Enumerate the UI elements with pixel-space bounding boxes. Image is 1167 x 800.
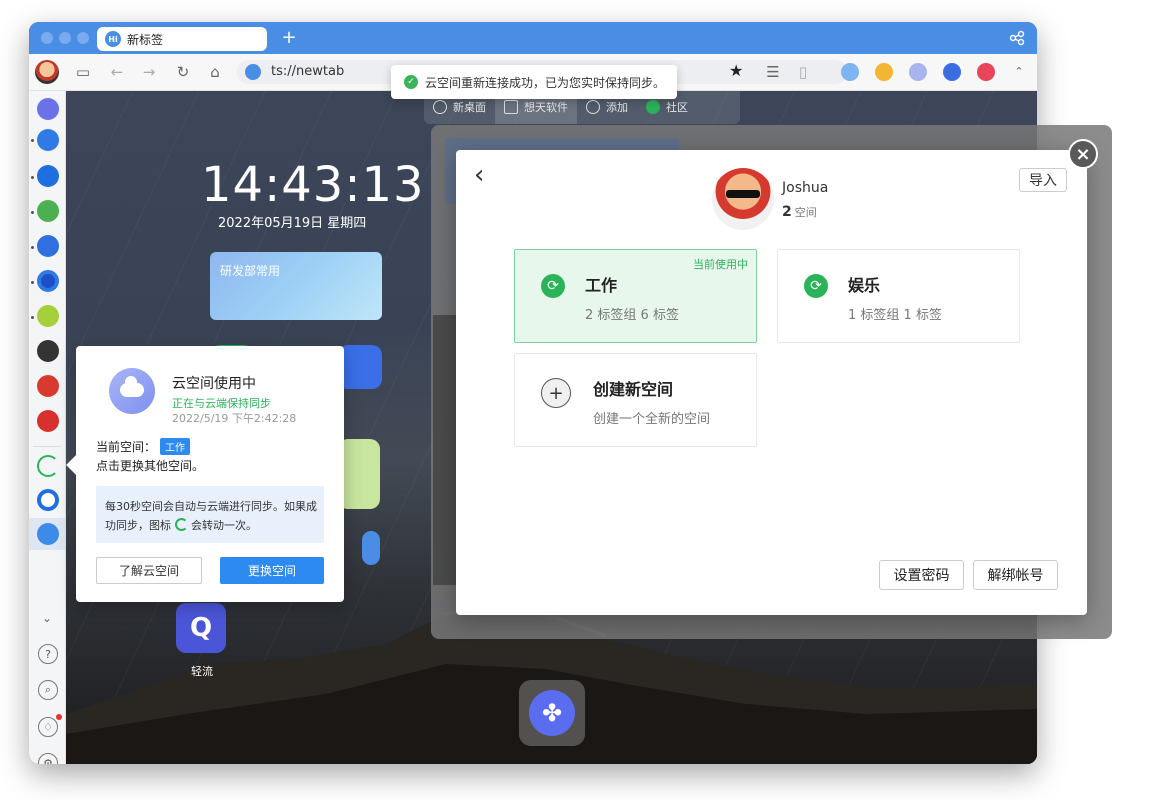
plus-icon <box>586 100 600 114</box>
forward-icon[interactable]: → <box>139 62 159 82</box>
tab-favicon-icon: Hi <box>105 31 121 47</box>
current-space: 当前空间： 工作 <box>96 438 191 455</box>
widget-title: 研发部常用 <box>220 264 281 278</box>
app-tile-blue[interactable] <box>338 345 382 389</box>
extension-emoji-icon[interactable] <box>875 63 893 81</box>
space-card-entertainment[interactable]: ⟳ 娱乐 1 标签组 1 标签 <box>777 249 1020 343</box>
create-space-title: 创建新空间 <box>593 380 674 399</box>
check-icon: ✓ <box>404 75 418 89</box>
sidebar-app-it-icon[interactable] <box>37 410 59 432</box>
title-bar: Hi 新标签 + <box>29 22 1037 54</box>
clock: 14:43:13 <box>201 157 425 213</box>
extension-note-icon[interactable] <box>841 63 859 81</box>
sidebar-app-pi-icon[interactable] <box>37 375 59 397</box>
sync-info-box: 每30秒空间会自动与云端进行同步。如果成功同步，图标 会转动一次。 <box>96 486 324 543</box>
unbind-account-button[interactable]: 解绑帐号 <box>973 560 1058 590</box>
extension-lock-icon[interactable] <box>909 63 927 81</box>
app-qingliu-icon[interactable]: Q <box>176 603 226 653</box>
sidebar-app-circle-icon[interactable] <box>37 165 59 187</box>
lightbulb-icon <box>433 100 447 114</box>
tab-title: 新标签 <box>127 32 164 47</box>
space-modal: ‹ Joshua 2 空间 导入 当前使用中 ⟳ 工作 2 标签组 6 标签 ⟳ … <box>456 150 1087 615</box>
switch-hint: 点击更换其他空间。 <box>96 459 205 473</box>
space-desc: 1 标签组 1 标签 <box>848 308 942 323</box>
sidebar-app-green-icon[interactable] <box>37 305 59 327</box>
popover-title: 云空间使用中 <box>172 376 256 392</box>
app-tile-lime[interactable] <box>338 439 380 509</box>
bell-icon[interactable]: ♢ <box>38 717 58 737</box>
new-tab-button[interactable]: + <box>279 27 299 49</box>
background-panel-strip <box>433 315 457 585</box>
user-avatar[interactable] <box>35 60 59 84</box>
chevron-down-icon[interactable]: ⌄ <box>37 608 57 628</box>
clover-icon: ✤ <box>529 690 575 736</box>
learn-cloud-button[interactable]: 了解云空间 <box>96 557 202 584</box>
home-icon <box>504 100 518 114</box>
share-icon[interactable] <box>1009 30 1025 46</box>
sync-toast: ✓ 云空间重新连接成功，已为您实时保持同步。 <box>391 65 677 99</box>
set-password-button[interactable]: 设置密码 <box>879 560 964 590</box>
user-name: Joshua <box>782 180 829 196</box>
space-name: 工作 <box>585 276 618 295</box>
url-text: ts://newtab <box>271 64 345 79</box>
sidebar-app-star-icon[interactable] <box>37 235 59 257</box>
sidebar-app-equalizer-icon[interactable] <box>37 98 59 120</box>
back-chevron-icon[interactable]: ‹ <box>474 160 484 190</box>
settings-icon[interactable]: ⚙ <box>38 753 58 764</box>
date: 2022年05月19日 星期四 <box>218 216 367 231</box>
toast-message: 云空间重新连接成功，已为您实时保持同步。 <box>425 75 666 90</box>
space-name: 娱乐 <box>848 276 881 295</box>
current-space-badge: 工作 <box>160 438 191 455</box>
sidebar-toggle-icon[interactable]: ▭ <box>73 62 93 82</box>
space-count: 2 空间 <box>782 204 817 220</box>
sync-icon <box>174 518 188 531</box>
sync-icon[interactable] <box>37 455 59 477</box>
shield-icon <box>245 64 261 80</box>
window-minimize-dot[interactable] <box>59 32 71 44</box>
extension-star-icon[interactable] <box>943 63 961 81</box>
close-icon[interactable]: × <box>1068 139 1098 169</box>
cloud-popover: 云空间使用中 正在与云端保持同步 2022/5/19 下午2:42:28 当前空… <box>66 346 344 602</box>
space-card-work[interactable]: 当前使用中 ⟳ 工作 2 标签组 6 标签 <box>514 249 757 343</box>
sync-icon: ⟳ <box>804 274 828 298</box>
sidebar-app-chat-icon[interactable] <box>37 129 59 151</box>
current-badge: 当前使用中 <box>693 258 748 271</box>
help-icon[interactable]: ? <box>38 644 58 664</box>
sidebar-app-blue-ring-icon[interactable] <box>37 489 59 511</box>
bookmark-star-icon[interactable]: ★ <box>729 61 743 80</box>
plus-icon: + <box>541 378 571 408</box>
reload-icon[interactable]: ↻ <box>173 62 193 82</box>
group-widget[interactable]: 研发部常用 <box>210 252 382 320</box>
import-button[interactable]: 导入 <box>1019 168 1067 192</box>
sync-time: 2022/5/19 下午2:42:28 <box>172 412 297 425</box>
window-close-dot[interactable] <box>41 32 53 44</box>
create-space-desc: 创建一个全新的空间 <box>593 412 711 427</box>
extension-chat-icon[interactable] <box>977 63 995 81</box>
profile-avatar <box>712 168 774 230</box>
create-space-card[interactable]: + 创建新空间 创建一个全新的空间 <box>514 353 757 447</box>
app-tile-partial[interactable] <box>362 531 380 565</box>
sidebar-app-hi-icon[interactable] <box>37 523 59 545</box>
reading-mode-icon[interactable]: ▯ <box>793 62 813 82</box>
back-icon[interactable]: ← <box>107 62 127 82</box>
home-icon[interactable]: ⌂ <box>205 62 225 82</box>
sidebar-app-ring-icon[interactable] <box>37 270 59 292</box>
community-icon <box>646 100 660 114</box>
window-zoom-dot[interactable] <box>77 32 89 44</box>
expand-toolbar-icon[interactable]: ⌃ <box>1009 62 1029 82</box>
sync-status: 正在与云端保持同步 <box>172 397 271 410</box>
tab-new-tab[interactable]: Hi 新标签 <box>97 27 267 51</box>
search-icon[interactable]: ⌕ <box>38 680 58 700</box>
dock-launcher[interactable]: ✤ <box>519 680 585 746</box>
sidebar-app-send-icon[interactable] <box>37 340 59 362</box>
change-space-button[interactable]: 更换空间 <box>220 557 324 584</box>
space-desc: 2 标签组 6 标签 <box>585 308 679 323</box>
sidebar-app-photo-icon[interactable] <box>37 200 59 222</box>
sync-icon: ⟳ <box>541 274 565 298</box>
app-qingliu-label: 轻流 <box>191 665 213 678</box>
tab-groups-icon[interactable]: ☰ <box>763 62 783 82</box>
sidebar: ⌄ ? ⌕ ♢ ⚙ <box>29 91 66 764</box>
cloud-icon <box>109 368 155 414</box>
